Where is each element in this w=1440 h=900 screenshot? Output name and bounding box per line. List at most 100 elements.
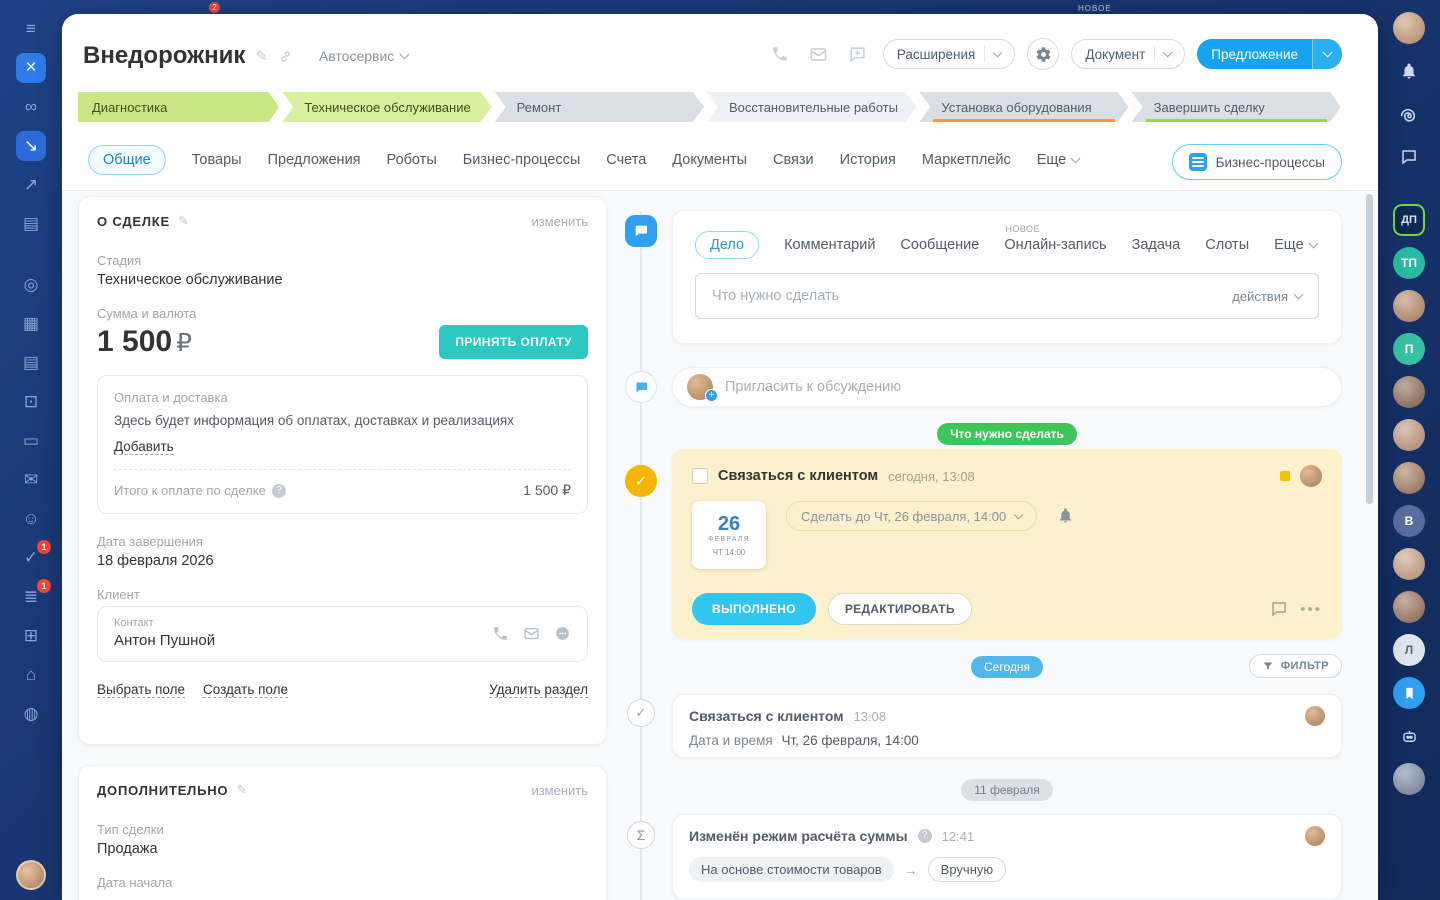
close-icon[interactable]: × bbox=[16, 53, 46, 83]
comment-invite-box[interactable]: + bbox=[672, 367, 1342, 407]
composer-tab-activity[interactable]: Дело bbox=[695, 231, 759, 259]
tab-products[interactable]: Товары bbox=[192, 152, 242, 168]
extensions-button[interactable]: Расширения bbox=[883, 39, 1016, 69]
copy-link-icon[interactable] bbox=[278, 49, 293, 64]
arrow-se-icon[interactable]: ↘ bbox=[16, 131, 46, 161]
tab-more[interactable]: Еще bbox=[1037, 152, 1080, 168]
spiral-icon[interactable] bbox=[1393, 98, 1425, 130]
bell-icon[interactable] bbox=[1393, 55, 1425, 87]
task-title[interactable]: Связаться с клиентом bbox=[718, 468, 878, 484]
task-comment-icon[interactable] bbox=[1270, 600, 1288, 618]
composer-tab-task[interactable]: Задача bbox=[1132, 237, 1181, 253]
user-avatar[interactable] bbox=[1393, 548, 1425, 580]
user-avatar[interactable]: П bbox=[1393, 333, 1425, 365]
user-avatar[interactable] bbox=[1393, 376, 1425, 408]
create-field-link[interactable]: Создать поле bbox=[203, 682, 288, 698]
select-field-link[interactable]: Выбрать поле bbox=[97, 682, 185, 698]
calendar-icon[interactable]: ▦ bbox=[16, 309, 46, 339]
composer-tab-comment[interactable]: Комментарий bbox=[784, 237, 875, 253]
stage-repair[interactable]: Ремонт bbox=[495, 92, 704, 122]
current-user-avatar[interactable] bbox=[16, 860, 46, 890]
bookmark-icon[interactable] bbox=[1393, 677, 1425, 709]
offer-dropdown[interactable] bbox=[1312, 39, 1342, 69]
tab-links[interactable]: Связи bbox=[773, 152, 814, 168]
menu-icon[interactable]: ≡ bbox=[16, 14, 46, 44]
mail-icon[interactable] bbox=[805, 45, 832, 64]
composer-tab-online-booking[interactable]: НОВОЕ Онлайн-запись bbox=[1004, 237, 1106, 253]
user-avatar[interactable] bbox=[1393, 591, 1425, 623]
user-avatar[interactable]: Л bbox=[1393, 634, 1425, 666]
storage-icon[interactable]: ▭ bbox=[16, 426, 46, 456]
apps-icon[interactable]: ⊞ bbox=[16, 621, 46, 651]
monitor-icon[interactable]: ⊡ bbox=[16, 387, 46, 417]
user-avatar[interactable] bbox=[1393, 12, 1425, 44]
tasks-icon[interactable]: ✓1 bbox=[16, 543, 46, 573]
composer-tab-slots[interactable]: Слоты bbox=[1205, 237, 1249, 253]
accept-payment-button[interactable]: ПРИНЯТЬ ОПЛАТУ bbox=[439, 325, 588, 359]
people-icon[interactable]: ☺ bbox=[16, 504, 46, 534]
stage-maintenance[interactable]: Техническое обслуживание bbox=[282, 92, 491, 122]
document-button[interactable]: Документ bbox=[1071, 39, 1185, 69]
email-contact-icon[interactable] bbox=[523, 625, 540, 642]
chat-icon[interactable] bbox=[1393, 141, 1425, 173]
sites-icon[interactable]: ⌂ bbox=[16, 660, 46, 690]
tab-general[interactable]: Общие bbox=[88, 145, 166, 175]
chat-add-icon[interactable] bbox=[844, 45, 871, 64]
composer-tab-more[interactable]: Еще bbox=[1274, 237, 1317, 253]
user-avatar[interactable] bbox=[1393, 290, 1425, 322]
stage-diagnostics[interactable]: Диагностика bbox=[78, 92, 279, 122]
filter-button[interactable]: ФИЛЬТР bbox=[1249, 654, 1342, 678]
gear-icon[interactable] bbox=[1027, 38, 1059, 70]
document-icon[interactable]: ▤ bbox=[16, 348, 46, 378]
link-icon[interactable]: ∞ bbox=[16, 92, 46, 122]
user-avatar[interactable] bbox=[1393, 419, 1425, 451]
delete-section-link[interactable]: Удалить раздел bbox=[489, 682, 588, 698]
offer-button[interactable]: Предложение bbox=[1197, 39, 1342, 69]
avatar[interactable] bbox=[1305, 826, 1325, 846]
help-icon[interactable]: ? bbox=[272, 484, 286, 498]
tab-documents[interactable]: Документы bbox=[672, 152, 747, 168]
call-contact-icon[interactable] bbox=[492, 625, 509, 642]
robot-icon[interactable] bbox=[1393, 720, 1425, 752]
avatar[interactable] bbox=[1300, 465, 1322, 487]
help-icon[interactable]: ? bbox=[918, 829, 932, 843]
mail-icon[interactable]: ✉ bbox=[16, 465, 46, 495]
tab-robots[interactable]: Роботы bbox=[387, 152, 437, 168]
tab-business-processes[interactable]: Бизнес-процессы bbox=[463, 152, 581, 168]
calendar-widget[interactable]: 26 ФЕВРАЛЯ ЧТ 14:00 bbox=[692, 501, 766, 569]
edit-section-icon[interactable]: ✎ bbox=[178, 213, 190, 229]
add-payment-link[interactable]: Добавить bbox=[114, 439, 174, 455]
edit-title-icon[interactable]: ✎ bbox=[255, 47, 268, 65]
edit-section-icon[interactable]: ✎ bbox=[236, 782, 248, 798]
phone-icon[interactable] bbox=[767, 45, 793, 63]
stage-close-deal[interactable]: Завершить сделку bbox=[1132, 92, 1341, 122]
task-checkbox[interactable] bbox=[692, 468, 708, 484]
edit-section-link[interactable]: изменить bbox=[531, 214, 588, 229]
target-icon[interactable]: ◎ bbox=[16, 270, 46, 300]
main-scrollbar[interactable] bbox=[1366, 194, 1373, 504]
todo-input[interactable] bbox=[712, 288, 1220, 304]
bell-icon[interactable] bbox=[1057, 507, 1074, 524]
contact-name[interactable]: Антон Пушной bbox=[114, 632, 215, 649]
invite-discussion-input[interactable] bbox=[725, 379, 1327, 395]
actions-dropdown[interactable]: действия bbox=[1232, 289, 1302, 304]
client-card[interactable]: Контакт Антон Пушной bbox=[97, 606, 588, 662]
user-avatar[interactable] bbox=[1393, 763, 1425, 795]
stage-equipment[interactable]: Установка оборудования bbox=[919, 92, 1128, 122]
edit-button[interactable]: РЕДАКТИРОВАТЬ bbox=[828, 593, 972, 625]
tab-marketplace[interactable]: Маркетплейс bbox=[922, 152, 1011, 168]
deal-type-value[interactable]: Продажа bbox=[97, 841, 588, 857]
stage-restoration[interactable]: Восстановительные работы bbox=[707, 92, 916, 122]
printer-icon[interactable]: ▤ bbox=[16, 209, 46, 239]
crm-icon[interactable]: ◍ bbox=[16, 699, 46, 729]
user-avatar[interactable] bbox=[1393, 462, 1425, 494]
deal-category-dropdown[interactable]: Автосервис bbox=[319, 48, 408, 64]
business-processes-button[interactable]: Бизнес-процессы bbox=[1172, 144, 1342, 180]
tab-invoices[interactable]: Счета bbox=[606, 152, 646, 168]
entry-title[interactable]: Связаться с клиентом bbox=[689, 708, 844, 724]
user-avatar[interactable]: ТП bbox=[1393, 247, 1425, 279]
user-avatar[interactable]: В bbox=[1393, 505, 1425, 537]
deadline-dropdown[interactable]: Сделать до Чт, 26 февраля, 14:00 bbox=[786, 501, 1037, 531]
composer-tab-message[interactable]: Сообщение bbox=[900, 237, 979, 253]
more-options-icon[interactable]: ••• bbox=[1300, 601, 1322, 618]
